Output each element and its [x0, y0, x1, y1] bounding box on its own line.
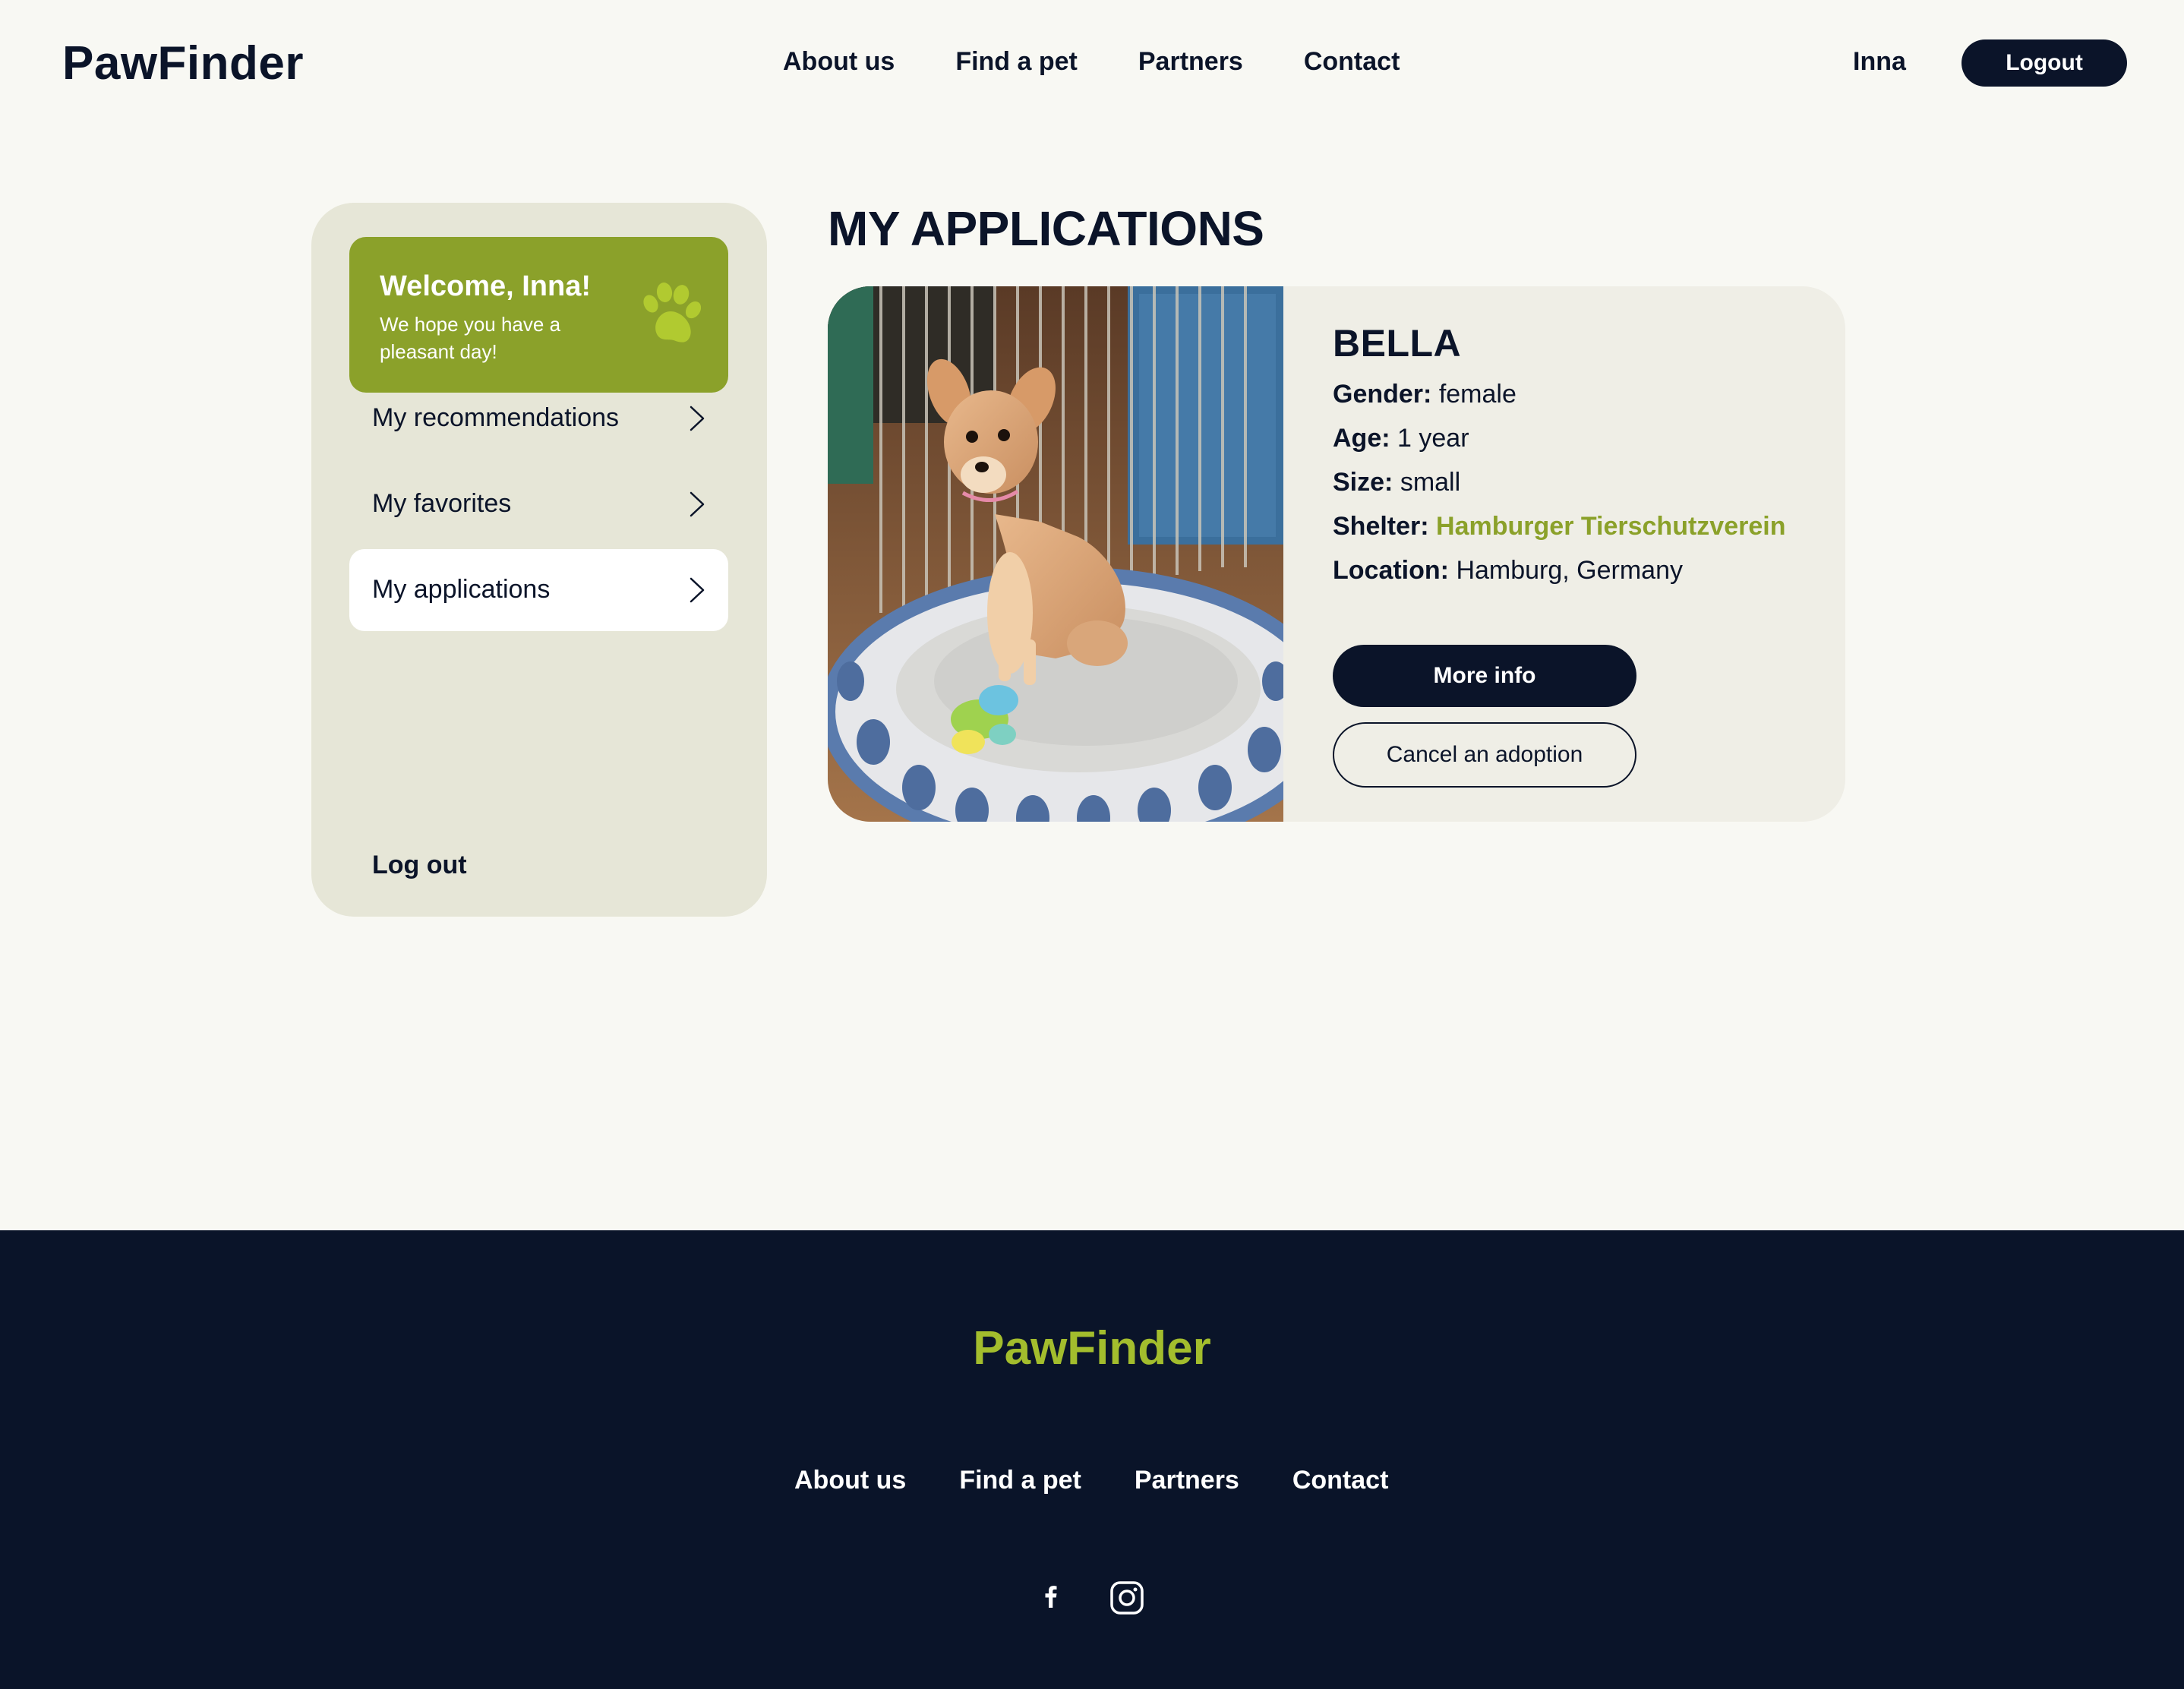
main-nav: About us Find a pet Partners Contact	[783, 47, 1400, 77]
logout-button[interactable]: Logout	[1961, 39, 2127, 87]
pet-shelter: Shelter: Hamburger Tierschutzverein	[1333, 510, 1785, 554]
facebook-icon[interactable]	[1033, 1580, 1069, 1616]
size-label: Size:	[1333, 468, 1393, 497]
user-name[interactable]: Inna	[1853, 47, 1906, 77]
site-footer: PawFinder About us Find a pet Partners C…	[0, 1230, 2184, 1689]
gender-value: female	[1438, 380, 1516, 409]
pet-name: BELLA	[1333, 322, 1462, 365]
chevron-right-icon	[690, 491, 705, 517]
pet-age: Age: 1 year	[1333, 421, 1785, 466]
sidebar-item-applications[interactable]: My applications	[349, 549, 728, 631]
footer-nav-about-us[interactable]: About us	[794, 1466, 906, 1495]
gender-label: Gender:	[1333, 380, 1432, 409]
pet-details: Gender: female Age: 1 year Size: small S…	[1333, 377, 1785, 598]
footer-nav-contact[interactable]: Contact	[1292, 1466, 1389, 1495]
nav-contact[interactable]: Contact	[1304, 47, 1400, 77]
nav-find-a-pet[interactable]: Find a pet	[955, 47, 1078, 77]
page-title: MY APPLICATIONS	[828, 201, 1264, 256]
shelter-link[interactable]: Hamburger Tierschutzverein	[1436, 512, 1785, 541]
sidebar-item-label: My applications	[372, 575, 551, 604]
location-value: Hamburg, Germany	[1456, 556, 1683, 585]
cancel-adoption-button[interactable]: Cancel an adoption	[1333, 722, 1636, 788]
sidebar-item-favorites[interactable]: My favorites	[349, 463, 728, 545]
age-label: Age:	[1333, 424, 1390, 453]
pet-gender: Gender: female	[1333, 377, 1785, 421]
location-label: Location:	[1333, 556, 1449, 585]
site-header: PawFinder About us Find a pet Partners C…	[0, 0, 2184, 129]
welcome-title: Welcome, Inna!	[380, 270, 592, 302]
paw-icon	[643, 283, 701, 343]
pet-location: Location: Hamburg, Germany	[1333, 554, 1785, 598]
footer-nav-find-a-pet[interactable]: Find a pet	[959, 1466, 1081, 1495]
footer-nav-partners[interactable]: Partners	[1135, 1466, 1239, 1495]
more-info-button[interactable]: More info	[1333, 645, 1636, 707]
footer-logo[interactable]: PawFinder	[0, 1321, 2184, 1375]
pet-size: Size: small	[1333, 466, 1785, 510]
site-logo[interactable]: PawFinder	[62, 36, 304, 90]
chevron-right-icon	[690, 406, 705, 431]
page: PawFinder About us Find a pet Partners C…	[0, 0, 2184, 1689]
shelter-label: Shelter:	[1333, 512, 1429, 541]
application-card: BELLA Gender: female Age: 1 year Size: s…	[828, 286, 1845, 822]
sidebar-item-label: My recommendations	[372, 403, 620, 432]
chevron-right-icon	[690, 577, 705, 603]
instagram-icon[interactable]	[1109, 1580, 1145, 1616]
nav-partners[interactable]: Partners	[1138, 47, 1243, 77]
pet-photo[interactable]	[828, 286, 1283, 822]
size-value: small	[1400, 468, 1461, 497]
account-sidebar: Welcome, Inna! We hope you have a pleasa…	[311, 203, 767, 917]
sidebar-item-label: My favorites	[372, 489, 512, 518]
nav-about-us[interactable]: About us	[783, 47, 895, 77]
sidebar-item-recommendations[interactable]: My recommendations	[349, 377, 728, 459]
welcome-card: Welcome, Inna! We hope you have a pleasa…	[349, 237, 728, 393]
footer-nav: About us Find a pet Partners Contact	[794, 1466, 1388, 1495]
age-value: 1 year	[1397, 424, 1469, 453]
sidebar-logout-link[interactable]: Log out	[372, 851, 467, 880]
welcome-subtitle: We hope you have a pleasant day!	[380, 313, 561, 363]
